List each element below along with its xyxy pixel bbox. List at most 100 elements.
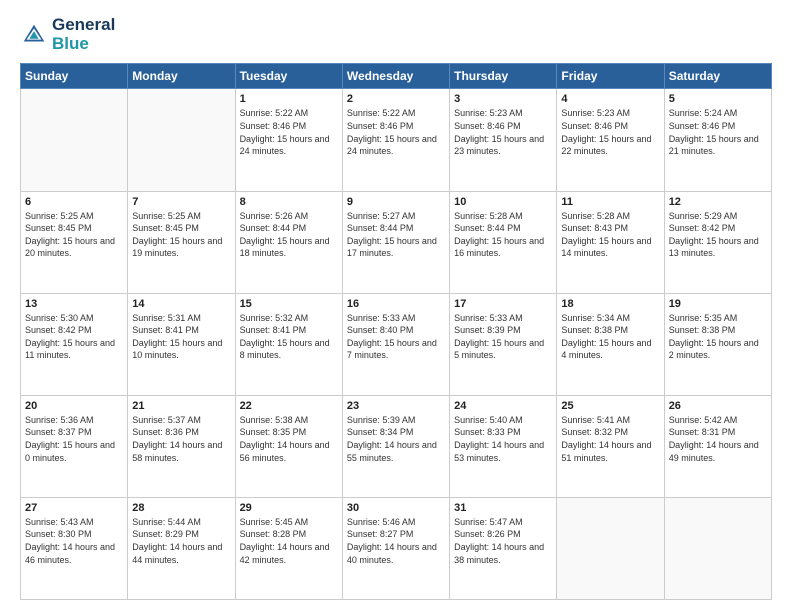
day-number: 10 xyxy=(454,196,552,208)
day-number: 28 xyxy=(132,502,230,514)
calendar-day xyxy=(128,89,235,191)
day-number: 9 xyxy=(347,196,445,208)
calendar-day: 19 Sunrise: 5:35 AMSunset: 8:38 PMDayligh… xyxy=(664,293,771,395)
day-info: Sunrise: 5:22 AMSunset: 8:46 PMDaylight:… xyxy=(347,107,445,157)
calendar-day: 7 Sunrise: 5:25 AMSunset: 8:45 PMDaylight… xyxy=(128,191,235,293)
day-info: Sunrise: 5:24 AMSunset: 8:46 PMDaylight:… xyxy=(669,107,767,157)
day-info: Sunrise: 5:45 AMSunset: 8:28 PMDaylight:… xyxy=(240,516,338,566)
calendar-day xyxy=(21,89,128,191)
day-info: Sunrise: 5:43 AMSunset: 8:30 PMDaylight:… xyxy=(25,516,123,566)
day-info: Sunrise: 5:27 AMSunset: 8:44 PMDaylight:… xyxy=(347,210,445,260)
logo: General Blue xyxy=(20,16,115,53)
calendar-day: 15Sunrise: 5:32 AMSunset: 8:41 PMDayligh… xyxy=(235,293,342,395)
calendar-day: 27Sunrise: 5:43 AMSunset: 8:30 PMDayligh… xyxy=(21,497,128,599)
day-info: Sunrise: 5:33 AMSunset: 8:39 PMDaylight:… xyxy=(454,312,552,362)
day-info: Sunrise: 5:44 AMSunset: 8:29 PMDaylight:… xyxy=(132,516,230,566)
day-info: Sunrise: 5:41 AMSunset: 8:32 PMDaylight:… xyxy=(561,414,659,464)
day-number: 8 xyxy=(240,196,338,208)
day-number: 29 xyxy=(240,502,338,514)
calendar-day: 30 Sunrise: 5:46 AMSunset: 8:27 PMDayligh… xyxy=(342,497,449,599)
day-info: Sunrise: 5:38 AMSunset: 8:35 PMDaylight:… xyxy=(240,414,338,464)
weekday-header-tuesday: Tuesday xyxy=(235,64,342,89)
day-info: Sunrise: 5:28 AMSunset: 8:43 PMDaylight:… xyxy=(561,210,659,260)
day-number: 11 xyxy=(561,196,659,208)
weekday-header-monday: Monday xyxy=(128,64,235,89)
calendar-day xyxy=(557,497,664,599)
calendar-day: 3Sunrise: 5:23 AMSunset: 8:46 PMDaylight… xyxy=(450,89,557,191)
weekday-header-saturday: Saturday xyxy=(664,64,771,89)
calendar-week-4: 20Sunrise: 5:36 AMSunset: 8:37 PMDayligh… xyxy=(21,395,772,497)
day-info: Sunrise: 5:35 AMSunset: 8:38 PMDaylight:… xyxy=(669,312,767,362)
weekday-header-friday: Friday xyxy=(557,64,664,89)
day-number: 16 xyxy=(347,298,445,310)
calendar-day: 11 Sunrise: 5:28 AMSunset: 8:43 PMDayligh… xyxy=(557,191,664,293)
calendar-day: 23Sunrise: 5:39 AMSunset: 8:34 PMDayligh… xyxy=(342,395,449,497)
day-info: Sunrise: 5:42 AMSunset: 8:31 PMDaylight:… xyxy=(669,414,767,464)
day-info: Sunrise: 5:28 AMSunset: 8:44 PMDaylight:… xyxy=(454,210,552,260)
day-number: 6 xyxy=(25,196,123,208)
day-info: Sunrise: 5:46 AMSunset: 8:27 PMDaylight:… xyxy=(347,516,445,566)
calendar-day: 21 Sunrise: 5:37 AMSunset: 8:36 PMDayligh… xyxy=(128,395,235,497)
calendar-week-2: 6 Sunrise: 5:25 AMSunset: 8:45 PMDaylight… xyxy=(21,191,772,293)
calendar-day: 26 Sunrise: 5:42 AMSunset: 8:31 PMDayligh… xyxy=(664,395,771,497)
day-info: Sunrise: 5:39 AMSunset: 8:34 PMDaylight:… xyxy=(347,414,445,464)
day-number: 2 xyxy=(347,93,445,105)
day-info: Sunrise: 5:25 AMSunset: 8:45 PMDaylight:… xyxy=(132,210,230,260)
day-number: 4 xyxy=(561,93,659,105)
calendar-day xyxy=(664,497,771,599)
calendar-day: 29 Sunrise: 5:45 AMSunset: 8:28 PMDayligh… xyxy=(235,497,342,599)
day-number: 15 xyxy=(240,298,338,310)
day-number: 31 xyxy=(454,502,552,514)
day-info: Sunrise: 5:33 AMSunset: 8:40 PMDaylight:… xyxy=(347,312,445,362)
day-number: 19 xyxy=(669,298,767,310)
calendar-day: 16 Sunrise: 5:33 AMSunset: 8:40 PMDayligh… xyxy=(342,293,449,395)
day-info: Sunrise: 5:40 AMSunset: 8:33 PMDaylight:… xyxy=(454,414,552,464)
day-number: 22 xyxy=(240,400,338,412)
calendar-day: 17 Sunrise: 5:33 AMSunset: 8:39 PMDayligh… xyxy=(450,293,557,395)
calendar-day: 10 Sunrise: 5:28 AMSunset: 8:44 PMDayligh… xyxy=(450,191,557,293)
calendar-table: SundayMondayTuesdayWednesdayThursdayFrid… xyxy=(20,63,772,600)
day-info: Sunrise: 5:34 AMSunset: 8:38 PMDaylight:… xyxy=(561,312,659,362)
day-number: 18 xyxy=(561,298,659,310)
calendar-week-5: 27Sunrise: 5:43 AMSunset: 8:30 PMDayligh… xyxy=(21,497,772,599)
day-number: 12 xyxy=(669,196,767,208)
day-info: Sunrise: 5:37 AMSunset: 8:36 PMDaylight:… xyxy=(132,414,230,464)
day-number: 26 xyxy=(669,400,767,412)
day-number: 7 xyxy=(132,196,230,208)
day-number: 17 xyxy=(454,298,552,310)
calendar-day: 20Sunrise: 5:36 AMSunset: 8:37 PMDayligh… xyxy=(21,395,128,497)
day-number: 1 xyxy=(240,93,338,105)
day-number: 24 xyxy=(454,400,552,412)
weekday-header-wednesday: Wednesday xyxy=(342,64,449,89)
calendar-day: 4 Sunrise: 5:23 AMSunset: 8:46 PMDaylight… xyxy=(557,89,664,191)
calendar-day: 9 Sunrise: 5:27 AMSunset: 8:44 PMDaylight… xyxy=(342,191,449,293)
calendar-day: 31 Sunrise: 5:47 AMSunset: 8:26 PMDayligh… xyxy=(450,497,557,599)
day-number: 21 xyxy=(132,400,230,412)
calendar-day: 25 Sunrise: 5:41 AMSunset: 8:32 PMDayligh… xyxy=(557,395,664,497)
calendar-day: 24 Sunrise: 5:40 AMSunset: 8:33 PMDayligh… xyxy=(450,395,557,497)
calendar-day: 28 Sunrise: 5:44 AMSunset: 8:29 PMDayligh… xyxy=(128,497,235,599)
day-info: Sunrise: 5:22 AMSunset: 8:46 PMDaylight:… xyxy=(240,107,338,157)
calendar-day: 12 Sunrise: 5:29 AMSunset: 8:42 PMDayligh… xyxy=(664,191,771,293)
calendar-day: 8Sunrise: 5:26 AMSunset: 8:44 PMDaylight… xyxy=(235,191,342,293)
logo-icon xyxy=(20,21,48,49)
weekday-header-thursday: Thursday xyxy=(450,64,557,89)
day-info: Sunrise: 5:47 AMSunset: 8:26 PMDaylight:… xyxy=(454,516,552,566)
calendar-week-3: 13Sunrise: 5:30 AMSunset: 8:42 PMDayligh… xyxy=(21,293,772,395)
day-number: 20 xyxy=(25,400,123,412)
day-info: Sunrise: 5:29 AMSunset: 8:42 PMDaylight:… xyxy=(669,210,767,260)
logo-text: General Blue xyxy=(52,16,115,53)
day-number: 30 xyxy=(347,502,445,514)
day-info: Sunrise: 5:23 AMSunset: 8:46 PMDaylight:… xyxy=(561,107,659,157)
calendar-day: 22 Sunrise: 5:38 AMSunset: 8:35 PMDayligh… xyxy=(235,395,342,497)
day-info: Sunrise: 5:30 AMSunset: 8:42 PMDaylight:… xyxy=(25,312,123,362)
day-info: Sunrise: 5:23 AMSunset: 8:46 PMDaylight:… xyxy=(454,107,552,157)
calendar-week-1: 1 Sunrise: 5:22 AMSunset: 8:46 PMDaylight… xyxy=(21,89,772,191)
calendar-day: 5 Sunrise: 5:24 AMSunset: 8:46 PMDaylight… xyxy=(664,89,771,191)
day-number: 25 xyxy=(561,400,659,412)
calendar-day: 18 Sunrise: 5:34 AMSunset: 8:38 PMDayligh… xyxy=(557,293,664,395)
calendar-day: 6Sunrise: 5:25 AMSunset: 8:45 PMDaylight… xyxy=(21,191,128,293)
weekday-header-row: SundayMondayTuesdayWednesdayThursdayFrid… xyxy=(21,64,772,89)
day-number: 5 xyxy=(669,93,767,105)
calendar-day: 1 Sunrise: 5:22 AMSunset: 8:46 PMDaylight… xyxy=(235,89,342,191)
